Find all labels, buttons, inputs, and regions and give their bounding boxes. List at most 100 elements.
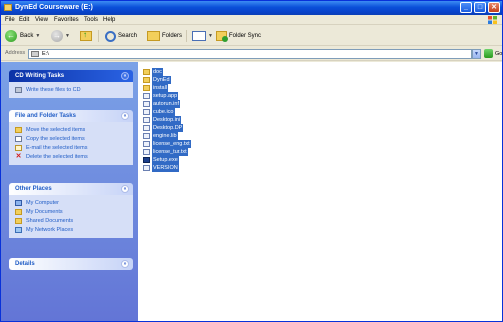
address-label: Address [5, 50, 26, 56]
file-item[interactable]: cube.ico [143, 108, 175, 116]
folders-button[interactable]: Folders [147, 29, 182, 43]
file-item[interactable]: license_tur.txt [143, 148, 188, 156]
move-items-link[interactable]: Move the selected items [15, 125, 129, 134]
write-to-cd-link[interactable]: Write these files to CD [15, 85, 129, 94]
address-bar: Address E:\ ▼ Go [1, 47, 502, 61]
folder-sync-button[interactable]: Folder Sync [216, 29, 261, 43]
toolbar-divider [186, 30, 187, 42]
file-item[interactable]: install [143, 84, 169, 92]
file-item[interactable]: VERSION [143, 164, 179, 172]
views-button[interactable]: ▼ [192, 29, 213, 43]
cd-writing-tasks-panel: CD Writing Tasks « Write these files to … [9, 70, 133, 98]
my-network-places-link[interactable]: My Network Places [15, 225, 129, 234]
copy-icon [15, 135, 22, 142]
collapse-icon[interactable]: « [121, 112, 129, 120]
collapse-icon[interactable]: « [121, 185, 129, 193]
expand-icon[interactable]: » [121, 260, 129, 268]
file-item[interactable]: autorun.inf [143, 100, 180, 108]
folders-label: Folders [162, 33, 183, 39]
file-name: autorun.inf [152, 100, 180, 108]
search-icon [105, 30, 116, 42]
copy-items-link[interactable]: Copy the selected items [15, 134, 129, 143]
file-item[interactable]: Setup.exe [143, 156, 179, 164]
file-icon [143, 109, 150, 115]
email-icon [15, 144, 22, 151]
other-places-header[interactable]: Other Places « [9, 183, 133, 195]
file-item[interactable]: Desktop.DP [143, 124, 184, 132]
task-label: My Documents [26, 208, 63, 215]
my-computer-link[interactable]: My Computer [15, 198, 129, 207]
move-icon [15, 126, 22, 133]
address-input[interactable]: E:\ [28, 49, 472, 59]
title-bar[interactable]: DynEd Courseware (E:) _ □ ✕ [1, 1, 502, 15]
shared-documents-link[interactable]: Shared Documents [15, 216, 129, 225]
folder-icon [143, 85, 150, 91]
network-icon [15, 226, 22, 233]
menu-bar: File Edit View Favorites Tools Help [1, 15, 502, 25]
task-label: Move the selected items [26, 126, 86, 133]
file-list-area[interactable]: doc DynEd install setup.app autorun.inf … [138, 62, 502, 321]
menu-tools[interactable]: Tools [84, 17, 98, 23]
go-label: Go [495, 50, 503, 57]
file-folder-tasks-header[interactable]: File and Folder Tasks « [9, 110, 133, 122]
folders-icon [147, 31, 160, 41]
file-item[interactable]: license_eng.txt [143, 140, 191, 148]
file-name: engine.lib [152, 132, 178, 140]
folder-sync-label: Folder Sync [229, 33, 262, 39]
panel-title: File and Folder Tasks [15, 113, 76, 119]
details-header[interactable]: Details » [9, 258, 133, 270]
up-folder-button[interactable] [80, 29, 92, 43]
task-label: E-mail the selected items [26, 144, 88, 151]
drive-icon [4, 4, 12, 11]
file-icon [143, 93, 150, 99]
task-label: Write these files to CD [26, 86, 81, 93]
forward-button[interactable]: → ▼ [51, 29, 70, 43]
menu-view[interactable]: View [35, 17, 48, 23]
search-button[interactable]: Search [105, 29, 137, 43]
file-icon [143, 165, 150, 171]
cd-icon [15, 86, 22, 93]
address-value: E:\ [42, 51, 49, 57]
delete-items-link[interactable]: ✕ Delete the selected items [15, 152, 129, 161]
file-item[interactable]: setup.app [143, 92, 179, 100]
chevron-down-icon[interactable]: ▼ [65, 33, 70, 39]
back-button[interactable]: ← Back ▼ [5, 29, 40, 43]
file-item[interactable]: Desktop.ini [143, 116, 182, 124]
panel-body: Move the selected items Copy the selecte… [9, 122, 133, 165]
menu-help[interactable]: Help [103, 17, 115, 23]
menu-favorites[interactable]: Favorites [54, 17, 79, 23]
maximize-button[interactable]: □ [474, 2, 486, 13]
file-item[interactable]: engine.lib [143, 132, 178, 140]
file-item[interactable]: DynEd [143, 76, 171, 84]
chevron-down-icon[interactable]: ▼ [35, 33, 40, 39]
file-name: Desktop.DP [152, 124, 184, 132]
task-label: My Computer [26, 199, 60, 206]
go-arrow-icon [484, 49, 493, 58]
file-name: install [152, 84, 169, 92]
file-folder-tasks-panel: File and Folder Tasks « Move the selecte… [9, 110, 133, 165]
my-computer-icon [15, 199, 22, 206]
go-button[interactable]: Go [484, 49, 502, 58]
menu-edit[interactable]: Edit [19, 17, 29, 23]
menu-file[interactable]: File [5, 17, 15, 23]
file-name: license_eng.txt [152, 140, 191, 148]
panel-title: CD Writing Tasks [15, 73, 65, 79]
file-name: Desktop.ini [152, 116, 182, 124]
minimize-button[interactable]: _ [460, 2, 472, 13]
folder-sync-icon [216, 31, 228, 42]
file-item[interactable]: doc [143, 68, 163, 76]
address-dropdown-button[interactable]: ▼ [472, 49, 481, 59]
panel-body: My Computer My Documents Shared Document… [9, 195, 133, 238]
task-label: Delete the selected items [26, 153, 88, 160]
other-places-panel: Other Places « My Computer My Documents … [9, 183, 133, 238]
file-name: VERSION [152, 164, 179, 172]
cd-writing-tasks-header[interactable]: CD Writing Tasks « [9, 70, 133, 82]
chevron-down-icon[interactable]: ▼ [208, 33, 213, 39]
close-button[interactable]: ✕ [488, 2, 500, 13]
forward-arrow-icon: → [51, 30, 63, 42]
folder-icon [143, 69, 150, 75]
my-documents-link[interactable]: My Documents [15, 207, 129, 216]
collapse-icon[interactable]: « [121, 72, 129, 80]
folder-up-icon [80, 30, 92, 41]
email-items-link[interactable]: E-mail the selected items [15, 143, 129, 152]
